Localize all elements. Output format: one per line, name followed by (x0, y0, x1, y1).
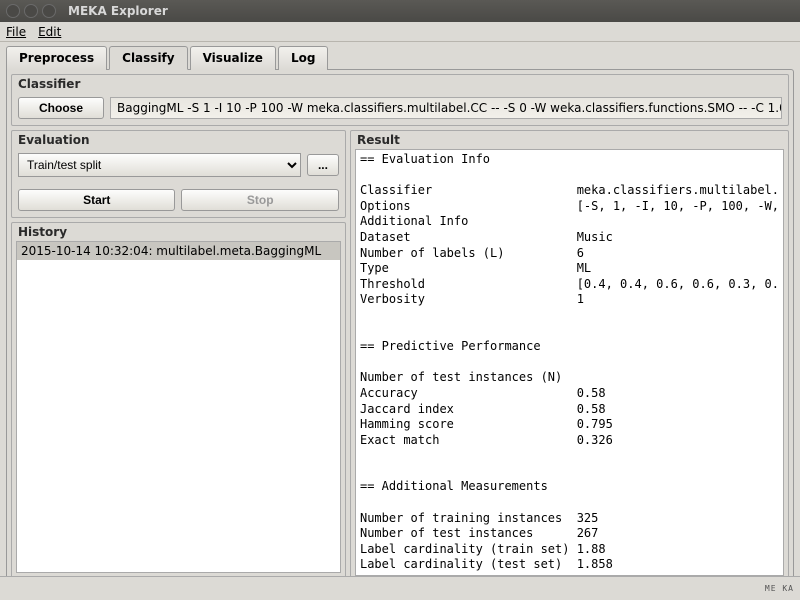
close-icon[interactable] (6, 4, 20, 18)
evaluation-group-title: Evaluation (12, 131, 345, 149)
stop-button: Stop (181, 189, 338, 211)
menu-edit[interactable]: Edit (38, 25, 61, 39)
history-item[interactable]: 2015-10-14 10:32:04: multilabel.meta.Bag… (17, 242, 340, 260)
classifier-group-title: Classifier (12, 75, 788, 93)
tab-visualize[interactable]: Visualize (190, 46, 276, 70)
menubar: File Edit (0, 22, 800, 42)
evaluation-options-button[interactable]: ... (307, 154, 339, 176)
minimize-icon[interactable] (24, 4, 38, 18)
classifier-text[interactable]: BaggingML -S 1 -I 10 -P 100 -W meka.clas… (110, 97, 782, 119)
start-button[interactable]: Start (18, 189, 175, 211)
tab-preprocess[interactable]: Preprocess (6, 46, 107, 70)
tab-log[interactable]: Log (278, 46, 328, 70)
history-group: History 2015-10-14 10:32:04: multilabel.… (11, 222, 346, 578)
maximize-icon[interactable] (42, 4, 56, 18)
evaluation-combo[interactable]: Train/test split (18, 153, 301, 177)
meka-logo: ME KA (765, 585, 794, 592)
titlebar: MEKA Explorer (0, 0, 800, 22)
status-bar: ME KA (0, 576, 800, 600)
evaluation-group: Evaluation Train/test split ... Start St… (11, 130, 346, 218)
classifier-group: Classifier Choose BaggingML -S 1 -I 10 -… (11, 74, 789, 126)
tab-panel: Classifier Choose BaggingML -S 1 -I 10 -… (6, 69, 794, 587)
window-title: MEKA Explorer (68, 4, 168, 18)
history-group-title: History (12, 223, 345, 241)
result-group-title: Result (351, 131, 788, 149)
result-group: Result == Evaluation Info Classifier mek… (350, 130, 789, 581)
menu-file[interactable]: File (6, 25, 26, 39)
result-textarea[interactable]: == Evaluation Info Classifier meka.class… (355, 149, 784, 576)
history-list[interactable]: 2015-10-14 10:32:04: multilabel.meta.Bag… (16, 241, 341, 573)
tab-classify[interactable]: Classify (109, 46, 187, 70)
choose-button[interactable]: Choose (18, 97, 104, 119)
tab-bar: Preprocess Classify Visualize Log (6, 46, 794, 70)
